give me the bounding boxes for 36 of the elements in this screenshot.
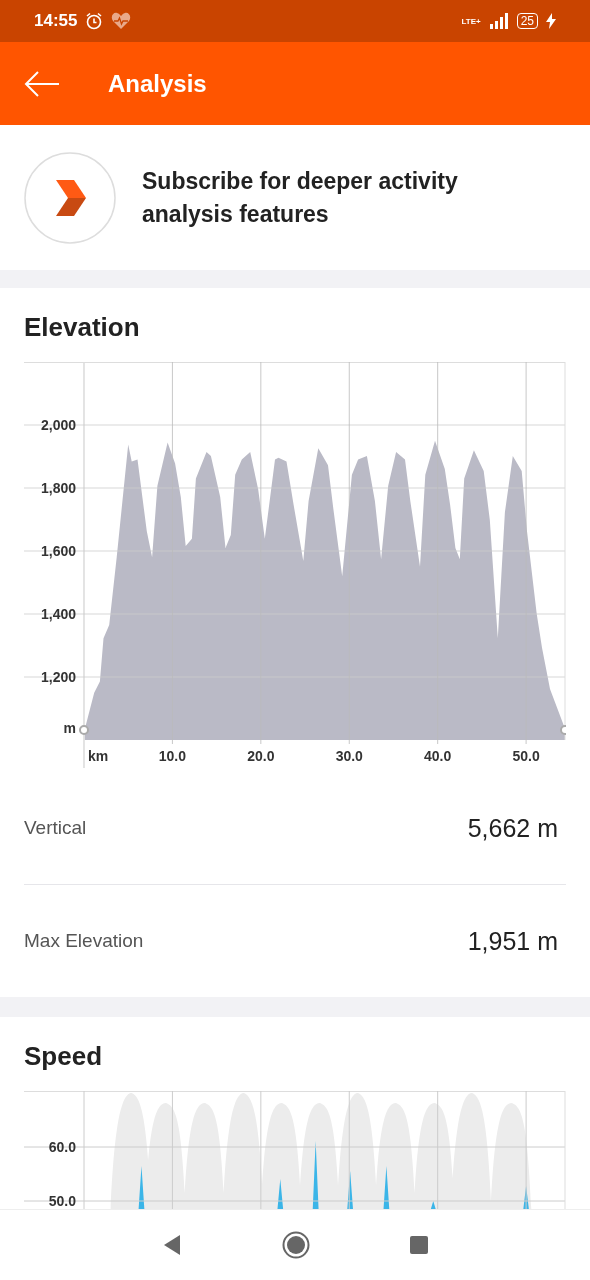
section-title: Elevation [24, 311, 141, 344]
start-marker [79, 725, 89, 735]
section-title: Speed [24, 1040, 104, 1073]
y-tick-label: 1,400 [40, 606, 76, 622]
subscribe-card[interactable]: Subscribe for deeper activity analysis features [0, 125, 590, 270]
stat-value: 1,951 m [467, 926, 558, 956]
y-tick-label: 2,000 [40, 417, 76, 433]
heart-rate-icon [111, 12, 132, 30]
screen-title: Analysis [108, 69, 207, 98]
battery-indicator: 25 [516, 13, 538, 29]
subscribe-text: Subscribe for deeper activity analysis features [142, 166, 459, 229]
x-axis-label: 20.0 [247, 748, 275, 764]
stat-value: 5,662 m [467, 813, 558, 843]
back-arrow-icon[interactable] [24, 69, 60, 98]
home-icon[interactable] [282, 1231, 310, 1259]
signal-icon [488, 13, 509, 29]
end-marker [560, 725, 566, 735]
alarm-icon [85, 12, 104, 30]
y-axis-unit: m [63, 720, 76, 736]
y-tick-label: 1,600 [40, 543, 76, 559]
status-time: 14:55 [34, 11, 78, 31]
network-type: LTE+ [461, 16, 481, 26]
charging-icon [546, 13, 556, 29]
back-icon[interactable] [162, 1234, 182, 1256]
x-axis-label: 30.0 [335, 748, 363, 764]
chevron-logo-icon [24, 151, 116, 244]
y-tick-label: 1,200 [40, 669, 76, 685]
x-axis-label: 40.0 [424, 748, 452, 764]
stat-label: Max Elevation [24, 930, 144, 952]
speed-axis-label: 50.0 [48, 1193, 76, 1209]
x-axis-label: 10.0 [158, 748, 187, 764]
x-axis-unit: km [88, 748, 109, 764]
y-tick-label: 1,800 [40, 480, 76, 496]
stat-label: Vertical [24, 817, 87, 839]
speed-axis-label: 60.0 [48, 1139, 76, 1155]
x-axis-label: 50.0 [512, 748, 540, 764]
